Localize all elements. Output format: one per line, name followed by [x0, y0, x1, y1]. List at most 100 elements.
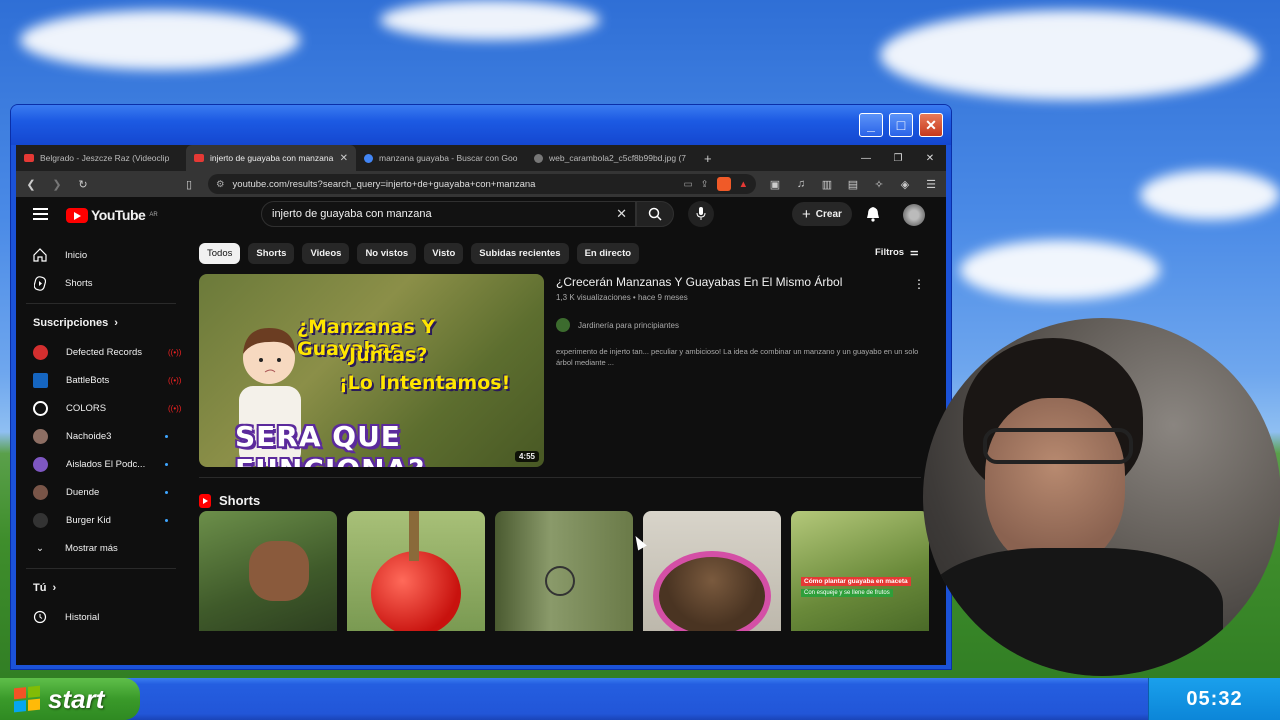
brave-rewards-icon[interactable]: ▲ [739, 179, 748, 190]
sidebar-sub-defected-records[interactable]: Defected Records ((•)) [16, 338, 186, 366]
youtube-logo[interactable]: YouTube AR [66, 207, 158, 223]
video-title[interactable]: ¿Crecerán Manzanas Y Guayabas En El Mism… [556, 275, 926, 289]
sidebar-item-inicio[interactable]: Inicio [16, 241, 186, 269]
sidebar-sub-burger-kid[interactable]: Burger Kid [16, 506, 186, 534]
url-text: youtube.com/results?search_query=injerto… [232, 178, 536, 190]
chip-subidas-recientes[interactable]: Subidas recientes [471, 243, 569, 264]
sidebar: Inicio Shorts Suscripciones › Defected R… [16, 235, 186, 665]
video-channel[interactable]: Jardinería para principiantes [556, 318, 926, 332]
voice-search-button[interactable] [688, 201, 714, 227]
wallet-icon[interactable]: ▤ [846, 178, 860, 191]
sidebar-item-shorts[interactable]: Shorts [16, 269, 186, 297]
chip-videos[interactable]: Videos [302, 243, 350, 264]
sidebar-item-label: Duende [66, 486, 100, 498]
close-button[interactable]: ✕ [919, 113, 943, 137]
logo-text: YouTube [91, 207, 146, 223]
channel-avatar [33, 456, 48, 472]
address-bar[interactable]: ⚙ youtube.com/results?search_query=injer… [208, 174, 756, 194]
sidebar-sub-aislados[interactable]: Aislados El Podc... [16, 450, 186, 478]
sidebar-item-historial[interactable]: Historial [16, 603, 186, 631]
restore-icon[interactable]: ❐ [882, 145, 914, 171]
search-button[interactable] [636, 201, 674, 227]
start-button[interactable]: start [0, 678, 140, 720]
chip-shorts[interactable]: Shorts [248, 243, 295, 264]
menu-icon[interactable]: ☰ [924, 178, 938, 191]
sliders-icon: ⚌ [910, 247, 919, 258]
short-thumbnail[interactable] [199, 511, 337, 631]
new-content-dot [165, 462, 168, 466]
shorts-logo-icon [199, 493, 211, 508]
you-heading[interactable]: Tú › [16, 573, 186, 603]
sidebar-sub-duende[interactable]: Duende [16, 478, 186, 506]
extensions-icon[interactable]: ✧ [872, 178, 886, 191]
sidebar-item-label: Burger Kid [66, 514, 111, 526]
sidebar-icon[interactable]: ▥ [820, 178, 834, 191]
brave-shield-icon[interactable] [716, 177, 731, 191]
tab-youtube-search[interactable]: injerto de guayaba con manzana ✕ [186, 145, 356, 171]
close-tab-icon[interactable]: ✕ [340, 153, 348, 164]
tab-google-search[interactable]: manzana guayaba - Buscar con Goo [356, 145, 526, 171]
sidebar-sub-colors[interactable]: COLORS ((•)) [16, 394, 186, 422]
subscriptions-heading[interactable]: Suscripciones › [16, 308, 186, 338]
new-tab-button[interactable]: + [704, 151, 712, 166]
clear-search-icon[interactable]: ✕ [616, 206, 627, 222]
short-thumbnail[interactable] [347, 511, 485, 631]
filters-label: Filtros [875, 247, 905, 258]
sidebar-sub-battlebots[interactable]: BattleBots ((•)) [16, 366, 186, 394]
xp-title-bar[interactable]: _ □ ✕ [11, 105, 951, 145]
sidebar-item-label: Inicio [65, 249, 88, 261]
channel-avatar [556, 318, 570, 332]
video-thumbnail[interactable]: ¿Manzanas Y Guayabas Juntas? ¡Lo Intenta… [199, 274, 544, 467]
hamburger-menu-icon[interactable] [33, 208, 48, 223]
plus-icon: + [802, 205, 811, 223]
youtube-page: YouTube AR injerto de guayaba con manzan… [16, 197, 946, 665]
tab-label: Belgrado - Jeszcze Raz (Videoclip [40, 153, 170, 163]
cloud [380, 0, 600, 40]
forward-icon[interactable]: ❯ [50, 178, 64, 191]
close-icon[interactable]: ✕ [914, 145, 946, 171]
channel-avatar [33, 428, 48, 444]
back-icon[interactable]: ❮ [24, 178, 38, 191]
youtube-header: YouTube AR injerto de guayaba con manzan… [16, 197, 946, 235]
chip-no-vistos[interactable]: No vistos [357, 243, 417, 264]
apple-illustration [371, 551, 461, 631]
vpn-icon[interactable]: ◈ [898, 178, 912, 191]
short-thumbnail[interactable] [643, 511, 781, 631]
show-more-button[interactable]: ⌄ Mostrar más [16, 534, 186, 562]
account-avatar[interactable] [903, 204, 925, 226]
chip-todos[interactable]: Todos [199, 243, 241, 264]
chevron-right-icon: › [114, 317, 118, 329]
short-thumbnail[interactable]: Cómo plantar guayaba en maceta Con esque… [791, 511, 929, 631]
site-info-icon[interactable]: ⚙ [216, 179, 225, 190]
youtube-favicon-icon [194, 154, 204, 162]
minimize-button[interactable]: _ [859, 113, 883, 137]
reader-icon[interactable]: ▣ [768, 178, 782, 191]
short-thumbnail[interactable] [495, 511, 633, 631]
sidebar-item-label: COLORS [66, 402, 107, 414]
tab-belgrado[interactable]: Belgrado - Jeszcze Raz (Videoclip [16, 145, 186, 171]
chip-visto[interactable]: Visto [424, 243, 464, 264]
cast-icon[interactable]: ▭ [684, 179, 693, 190]
webcam-overlay [923, 318, 1280, 676]
filters-button[interactable]: Filtros ⚌ [875, 247, 919, 258]
minimize-icon[interactable]: — [850, 145, 882, 171]
glasses [983, 428, 1133, 464]
search-input[interactable]: injerto de guayaba con manzana ✕ [261, 201, 636, 227]
graft-illustration [545, 566, 575, 596]
chip-en-directo[interactable]: En directo [576, 243, 640, 264]
reload-icon[interactable]: ↻ [76, 178, 90, 191]
sidebar-sub-nachoide3[interactable]: Nachoide3 [16, 422, 186, 450]
notifications-bell-icon[interactable] [866, 206, 880, 227]
system-clock[interactable]: 05:32 [1148, 678, 1280, 720]
bookmark-icon[interactable]: ▯ [182, 178, 196, 191]
maximize-button[interactable]: □ [889, 113, 913, 137]
more-options-icon[interactable]: ⋮ [913, 277, 925, 291]
music-icon[interactable]: ♫ [794, 178, 808, 190]
tab-image[interactable]: web_carambola2_c5cf8b99bd.jpg (7 [526, 145, 696, 171]
create-button[interactable]: + Crear [792, 202, 852, 226]
windows-flag-icon [14, 685, 40, 713]
channel-avatar [33, 400, 48, 416]
share-icon[interactable]: ⇪ [701, 179, 709, 190]
branch-illustration [409, 511, 419, 561]
shorts-section-heading: Shorts [199, 493, 260, 508]
